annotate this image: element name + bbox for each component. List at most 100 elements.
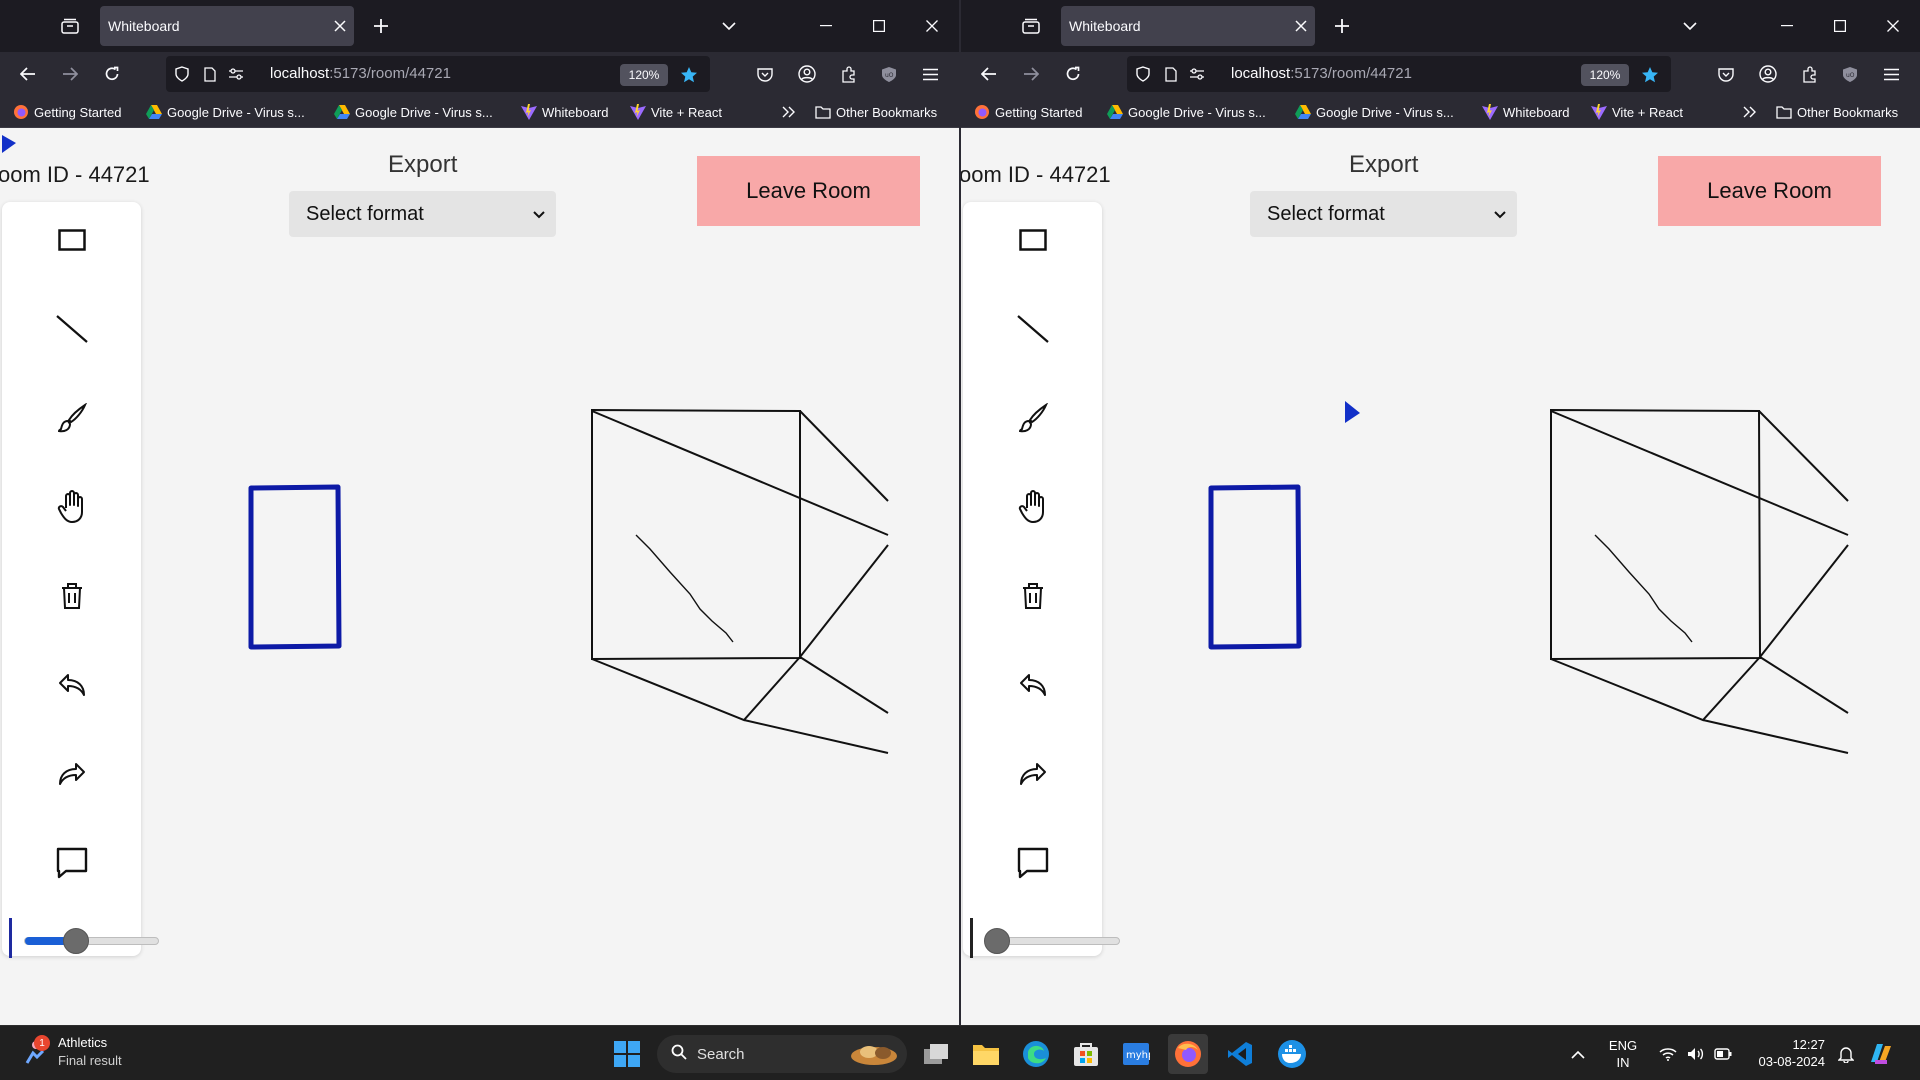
rectangle-tool-icon[interactable] <box>52 220 92 260</box>
taskbar-search[interactable]: Search <box>657 1035 907 1073</box>
line-tool-icon[interactable] <box>52 309 92 349</box>
firefox-view-icon[interactable] <box>1011 12 1051 40</box>
chevron-down-icon[interactable] <box>1675 12 1705 40</box>
redo-icon[interactable] <box>1013 754 1053 794</box>
slider-thumb[interactable] <box>63 928 90 954</box>
trash-icon[interactable] <box>52 576 92 616</box>
chat-icon[interactable] <box>1013 843 1053 883</box>
star-bookmark-icon[interactable] <box>1639 64 1661 86</box>
reload-icon[interactable] <box>96 58 128 90</box>
zoom-badge[interactable]: 120% <box>620 64 668 86</box>
language-indicator[interactable]: ENG IN <box>1604 1037 1642 1071</box>
leave-room-button[interactable]: Leave Room <box>697 156 920 226</box>
hand-tool-icon[interactable] <box>1013 487 1053 527</box>
bookmark-item[interactable]: Vite + React <box>1591 101 1683 123</box>
back-icon[interactable] <box>973 58 1005 90</box>
microsoft-store-icon[interactable] <box>1066 1034 1106 1074</box>
back-icon[interactable] <box>12 58 44 90</box>
bookmark-item[interactable]: Google Drive - Virus s... <box>1107 101 1266 123</box>
page-icon[interactable] <box>200 64 220 84</box>
new-tab-icon[interactable] <box>1327 12 1357 40</box>
export-format-select[interactable]: Select format <box>289 191 556 237</box>
extensions-icon[interactable] <box>833 58 865 90</box>
clock[interactable]: 12:27 03-08-2024 <box>1745 1036 1826 1070</box>
undo-icon[interactable] <box>1013 665 1053 705</box>
stroke-width-slider[interactable] <box>984 928 1120 954</box>
file-explorer-icon[interactable] <box>966 1034 1006 1074</box>
more-bookmarks-icon[interactable] <box>782 101 796 123</box>
shield-icon[interactable] <box>1133 64 1153 84</box>
bookmark-item[interactable]: Google Drive - Virus s... <box>334 101 493 123</box>
drawing-canvas[interactable] <box>961 129 1920 1025</box>
brush-tool-icon[interactable] <box>52 398 92 438</box>
vscode-icon[interactable] <box>1220 1034 1260 1074</box>
close-window-icon[interactable] <box>906 6 958 46</box>
export-format-select[interactable]: Select format <box>1250 191 1517 237</box>
edge-icon[interactable] <box>1016 1034 1056 1074</box>
bookmark-item[interactable]: Getting Started <box>13 101 121 123</box>
weather-widget[interactable]: 1 Athletics Final result <box>22 1034 122 1070</box>
stroke-color-indicator[interactable] <box>970 918 973 958</box>
other-bookmarks[interactable]: Other Bookmarks <box>1776 101 1898 123</box>
bookmark-item[interactable]: Whiteboard <box>1482 101 1569 123</box>
chevron-up-icon[interactable] <box>1563 1034 1593 1074</box>
maximize-icon[interactable] <box>1814 6 1866 46</box>
redo-icon[interactable] <box>52 754 92 794</box>
firefox-taskbar-icon[interactable] <box>1168 1034 1208 1074</box>
menu-icon[interactable] <box>914 58 946 90</box>
tab-whiteboard[interactable]: Whiteboard <box>100 6 354 46</box>
stroke-color-indicator[interactable] <box>9 918 12 958</box>
trash-icon[interactable] <box>1013 576 1053 616</box>
drawing-canvas[interactable] <box>0 129 960 1025</box>
forward-icon[interactable] <box>54 58 86 90</box>
ublock-icon[interactable]: uO <box>873 58 905 90</box>
brush-tool-icon[interactable] <box>1013 398 1053 438</box>
permissions-icon[interactable] <box>1187 64 1207 84</box>
zoom-badge[interactable]: 120% <box>1581 64 1629 86</box>
ublock-icon[interactable]: uO <box>1834 58 1866 90</box>
bookmark-item[interactable]: Google Drive - Virus s... <box>146 101 305 123</box>
notification-bell-icon[interactable] <box>1832 1034 1860 1074</box>
minimize-icon[interactable] <box>800 6 852 46</box>
maximize-icon[interactable] <box>853 6 905 46</box>
stroke-width-slider[interactable] <box>24 928 159 954</box>
account-icon[interactable] <box>791 58 823 90</box>
leave-room-button[interactable]: Leave Room <box>1658 156 1881 226</box>
chevron-down-icon[interactable] <box>714 12 744 40</box>
rectangle-tool-icon[interactable] <box>1013 220 1053 260</box>
star-bookmark-icon[interactable] <box>678 64 700 86</box>
bookmark-item[interactable]: Getting Started <box>974 101 1082 123</box>
windows-start-icon[interactable] <box>607 1034 647 1074</box>
battery-icon[interactable] <box>1709 1034 1737 1074</box>
bookmark-item[interactable]: Vite + React <box>630 101 722 123</box>
extensions-icon[interactable] <box>1794 58 1826 90</box>
task-view-icon[interactable] <box>916 1034 956 1074</box>
forward-icon[interactable] <box>1015 58 1047 90</box>
tab-whiteboard[interactable]: Whiteboard <box>1061 6 1315 46</box>
line-tool-icon[interactable] <box>1013 309 1053 349</box>
volume-icon[interactable] <box>1682 1034 1710 1074</box>
minimize-icon[interactable] <box>1761 6 1813 46</box>
reload-icon[interactable] <box>1057 58 1089 90</box>
firefox-view-icon[interactable] <box>50 12 90 40</box>
menu-icon[interactable] <box>1875 58 1907 90</box>
close-window-icon[interactable] <box>1867 6 1919 46</box>
slider-thumb[interactable] <box>984 928 1010 954</box>
permissions-icon[interactable] <box>226 64 246 84</box>
docker-icon[interactable] <box>1272 1034 1312 1074</box>
more-bookmarks-icon[interactable] <box>1743 101 1757 123</box>
copilot-icon[interactable] <box>1863 1034 1899 1074</box>
page-icon[interactable] <box>1161 64 1181 84</box>
hp-app-icon[interactable]: myhp <box>1116 1034 1156 1074</box>
undo-icon[interactable] <box>52 665 92 705</box>
bookmark-item[interactable]: Whiteboard <box>521 101 608 123</box>
close-tab-icon[interactable] <box>326 12 354 40</box>
pocket-icon[interactable] <box>749 58 781 90</box>
account-icon[interactable] <box>1752 58 1784 90</box>
new-tab-icon[interactable] <box>366 12 396 40</box>
shield-icon[interactable] <box>172 64 192 84</box>
bookmark-item[interactable]: Google Drive - Virus s... <box>1295 101 1454 123</box>
hand-tool-icon[interactable] <box>52 487 92 527</box>
chat-icon[interactable] <box>52 843 92 883</box>
wifi-icon[interactable] <box>1654 1034 1682 1074</box>
